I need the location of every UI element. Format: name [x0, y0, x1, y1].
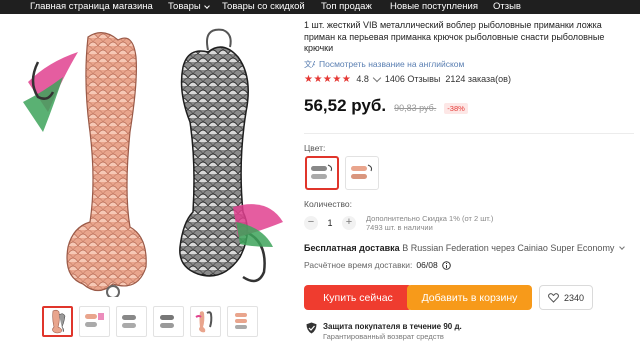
nav-discounted[interactable]: Товары со скидкой — [222, 1, 305, 12]
delivery-estimate: Расчётное время доставки: 06/08 — [304, 260, 451, 270]
color-option-silver[interactable] — [305, 156, 339, 190]
shield-icon — [306, 322, 317, 334]
rating-row: ★★★★★ 4.8 1406 Отзывы 2124 заказа(ов) — [304, 73, 634, 85]
color-label: Цвет: — [304, 143, 326, 153]
delivery-date: 06/08 — [416, 260, 438, 270]
add-to-cart-button[interactable]: Добавить в корзину — [407, 285, 532, 310]
info-icon[interactable] — [441, 260, 451, 270]
price-row: 56,52 руб. 90,83 руб. -38% — [304, 96, 634, 116]
rating-value: 4.8 — [356, 74, 369, 84]
heart-icon — [548, 292, 559, 303]
nav-products[interactable]: Товары — [168, 1, 210, 12]
thumbnail-2[interactable] — [79, 306, 110, 337]
rose-gold-lure-icon — [235, 313, 247, 329]
silver-lure-icon — [160, 315, 174, 328]
product-main-image[interactable] — [18, 22, 288, 297]
rose-gold-lure-icon — [351, 164, 373, 179]
rose-gold-lure-icon — [195, 311, 213, 333]
top-navigation: Главная страница магазина Товары Товары … — [0, 0, 640, 14]
chevron-down-icon — [619, 244, 625, 250]
nav-label: Отзыв — [493, 1, 521, 12]
quantity-stepper: − 1 + Дополнительно Скидка 1% (от 2 шт.)… — [304, 214, 493, 232]
nav-new-arrivals[interactable]: Новые поступления — [390, 1, 478, 12]
nav-reviews[interactable]: Отзыв — [493, 1, 521, 12]
current-price: 56,52 руб. — [304, 95, 387, 115]
stock-note: 7493 шт. в наличии — [366, 223, 433, 232]
svg-text:文A: 文A — [304, 59, 315, 68]
translate-icon: 文A — [304, 59, 315, 68]
buyer-protection[interactable]: Защита покупателя в течение 90 д. Гарант… — [306, 322, 462, 342]
silver-lure-icon — [122, 315, 136, 328]
quantity-decrease-button[interactable]: − — [304, 216, 318, 230]
wishlist-button[interactable]: 2340 — [539, 285, 593, 310]
rose-gold-lure-icon — [52, 309, 66, 334]
color-option-rose-gold[interactable] — [345, 156, 379, 190]
quantity-value[interactable]: 1 — [324, 218, 336, 228]
chevron-down-icon — [203, 2, 210, 9]
thumbnail-1[interactable] — [42, 306, 73, 337]
rating-stars: ★★★★★ — [304, 73, 352, 85]
quantity-note: Дополнительно Скидка 1% (от 2 шт.) 7493 … — [366, 214, 493, 232]
nav-store-home[interactable]: Главная страница магазина — [30, 1, 153, 12]
thumbnail-5[interactable] — [190, 306, 221, 337]
buy-now-button[interactable]: Купить сейчас — [304, 285, 412, 310]
shipping-method: В Russian Federation через Cainiao Super… — [402, 243, 615, 253]
divider — [304, 133, 634, 134]
nav-top-sales[interactable]: Топ продаж — [321, 1, 372, 12]
nav-label: Новые поступления — [390, 1, 478, 12]
quantity-increase-button[interactable]: + — [342, 216, 356, 230]
rose-gold-lure-icon — [85, 313, 104, 327]
product-title: 1 шт. жесткий VIB металлический воблер р… — [304, 20, 605, 53]
orders-count: 2124 заказа(ов) — [445, 74, 511, 84]
product-info: 1 шт. жесткий VIB металлический воблер р… — [304, 20, 634, 116]
old-price: 90,83 руб. — [394, 102, 437, 113]
quantity-label: Количество: — [304, 199, 353, 209]
nav-label: Товары — [168, 1, 201, 12]
nav-label: Товары со скидкой — [222, 1, 305, 12]
chevron-down-icon[interactable] — [372, 73, 382, 82]
discount-badge: -38% — [444, 102, 468, 114]
thumbnail-6[interactable] — [227, 306, 258, 337]
protection-subtitle: Гарантированный возврат средств — [323, 332, 444, 341]
translate-link-label: Посмотреть название на английском — [319, 58, 465, 69]
thumbnail-strip — [42, 306, 258, 337]
reviews-count[interactable]: 1406 Отзывы — [385, 74, 441, 84]
translate-title-link[interactable]: 文A Посмотреть название на английском — [304, 59, 634, 69]
protection-title: Защита покупателя в течение 90 д. — [323, 322, 462, 331]
thumbnail-3[interactable] — [116, 306, 147, 337]
wishlist-count: 2340 — [563, 292, 585, 303]
nav-label: Главная страница магазина — [30, 1, 153, 12]
free-shipping-title: Бесплатная доставка — [304, 243, 400, 253]
nav-label: Топ продаж — [321, 1, 372, 12]
shipping-info[interactable]: Бесплатная доставка В Russian Federation… — [304, 243, 625, 253]
silver-lure-icon — [311, 164, 333, 179]
bulk-discount-note: Дополнительно Скидка 1% (от 2 шт.) — [366, 214, 494, 223]
thumbnail-4[interactable] — [153, 306, 184, 337]
delivery-label: Расчётное время доставки: — [304, 260, 413, 270]
color-swatches — [305, 156, 379, 190]
